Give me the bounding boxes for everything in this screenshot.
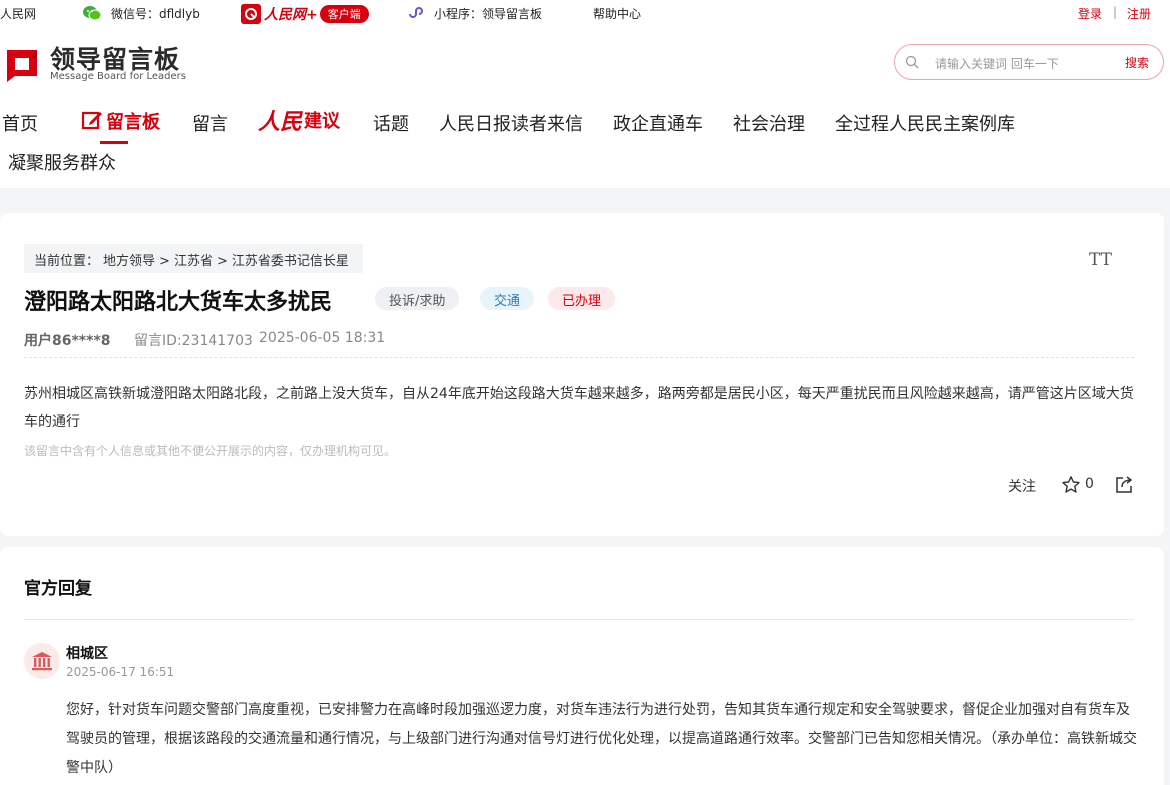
search-box[interactable]: 请输入关键词 回车一下 搜索 bbox=[894, 44, 1164, 80]
divider bbox=[24, 619, 1134, 620]
nav-people-suggestion-b: 建议 bbox=[304, 111, 341, 132]
app-pill: 客户端 bbox=[319, 4, 369, 23]
status-badge: 已办理 bbox=[548, 287, 616, 310]
breadcrumb-item[interactable]: 地方领导 bbox=[103, 254, 155, 269]
app-download-badge[interactable]: 人民网+ 客户端 bbox=[241, 3, 369, 24]
author: 用户86****8 bbox=[24, 333, 111, 349]
breadcrumb-item[interactable]: 江苏省委书记信长星 bbox=[232, 254, 349, 269]
post-datetime: 2025-06-05 18:31 bbox=[259, 330, 386, 346]
divider bbox=[24, 357, 1134, 358]
mini-program-icon bbox=[409, 7, 423, 18]
nav-home[interactable]: 首页 bbox=[2, 110, 38, 136]
reply-organization: 相城区 bbox=[66, 646, 108, 662]
top-bar: 人民网 微信号：dfldlyb 人民网+ 客户端 小程序：领导留言板 帮助中心 … bbox=[0, 0, 1170, 28]
help-center-link[interactable]: 帮助中心 bbox=[593, 5, 641, 22]
nav-governance[interactable]: 社会治理 bbox=[733, 110, 805, 136]
rmw-app-icon bbox=[241, 3, 261, 24]
site-link[interactable]: 人民网 bbox=[0, 5, 36, 22]
register-link[interactable]: 注册 bbox=[1127, 5, 1151, 22]
site-header: 领导留言板 Message Board for Leaders 请输入关键词 回… bbox=[0, 28, 1170, 188]
message-id: 留言ID:23141703 bbox=[134, 333, 253, 349]
privacy-notice: 该留言中含有个人信息或其他不便公开展示的内容，仅办理机构可见。 bbox=[24, 444, 397, 458]
breadcrumb-prefix: 当前位置： bbox=[34, 254, 100, 269]
message-title: 澄阳路太阳路北大货车太多扰民 bbox=[24, 290, 333, 315]
login-link[interactable]: 登录 bbox=[1078, 5, 1102, 22]
tag-field[interactable]: 交通 bbox=[480, 287, 535, 310]
message-card: 当前位置： 地方领导 > 江苏省 > 江苏省委书记信长星 TT 澄阳路太阳路北大货车太多扰… bbox=[0, 213, 1164, 536]
active-tab-indicator bbox=[100, 141, 128, 144]
font-size-icon[interactable]: TT bbox=[1089, 250, 1112, 270]
nav-people-suggestion-a: 人民 bbox=[258, 109, 303, 135]
message-content: 苏州相城区高铁新城澄阳路太阳路北段，之前路上没大货车，自从24年底开始这段路大货… bbox=[24, 386, 1134, 430]
share-icon[interactable] bbox=[1114, 475, 1134, 495]
breadcrumb: 当前位置： 地方领导 > 江苏省 > 江苏省委书记信长星 bbox=[24, 244, 363, 273]
breadcrumb-sep: > bbox=[216, 254, 228, 269]
official-reply-card: 官方回复 相城区 2025-06-17 16:51 您好，针对货车问题交警部门高… bbox=[0, 547, 1164, 785]
breadcrumb-sep: > bbox=[159, 254, 170, 269]
wechat-icon bbox=[83, 6, 102, 21]
star-icon[interactable] bbox=[1061, 475, 1081, 495]
nav-democracy-cases[interactable]: 全过程人民民主案例库 bbox=[835, 110, 1015, 136]
bank-building-icon bbox=[32, 652, 52, 671]
nav-topics[interactable]: 话题 bbox=[373, 110, 409, 136]
breadcrumb-item[interactable]: 江苏省 bbox=[174, 254, 213, 269]
logo-subtitle: Message Board for Leaders bbox=[50, 71, 187, 82]
search-icon bbox=[905, 55, 919, 69]
nav-readers-letters[interactable]: 人民日报读者来信 bbox=[439, 110, 583, 136]
logo-mark-icon[interactable] bbox=[3, 44, 43, 82]
tag-category[interactable]: 投诉/求助 bbox=[375, 287, 460, 310]
reply-date: 2025-06-17 16:51 bbox=[66, 665, 175, 679]
divider: | bbox=[1113, 5, 1118, 19]
reply-heading: 官方回复 bbox=[24, 579, 92, 599]
star-count: 0 bbox=[1085, 476, 1094, 492]
search-input[interactable]: 请输入关键词 回车一下 bbox=[935, 55, 1059, 72]
nav-message[interactable]: 留言 bbox=[192, 110, 228, 136]
nav-people-suggestion[interactable]: 人民 建议 bbox=[258, 106, 341, 135]
search-button[interactable]: 搜索 bbox=[1125, 54, 1149, 71]
wechat-label[interactable]: 微信号：dfldlyb bbox=[111, 5, 200, 22]
nav-enterprise[interactable]: 政企直通车 bbox=[613, 110, 703, 136]
avatar bbox=[24, 643, 60, 679]
reply-content: 您好，针对货车问题交警部门高度重视，已安排警力在高峰时段加强巡逻力度，对货车违法… bbox=[66, 702, 1137, 776]
follow-button[interactable]: 关注 bbox=[1008, 476, 1036, 496]
app-brand: 人民网+ bbox=[264, 6, 318, 23]
nav-message-board[interactable]: 留言板 bbox=[106, 108, 160, 134]
nav-serve-people[interactable]: 凝聚服务群众 bbox=[8, 149, 116, 175]
edit-icon bbox=[81, 111, 102, 130]
mini-program-link[interactable]: 小程序：领导留言板 bbox=[434, 5, 542, 22]
